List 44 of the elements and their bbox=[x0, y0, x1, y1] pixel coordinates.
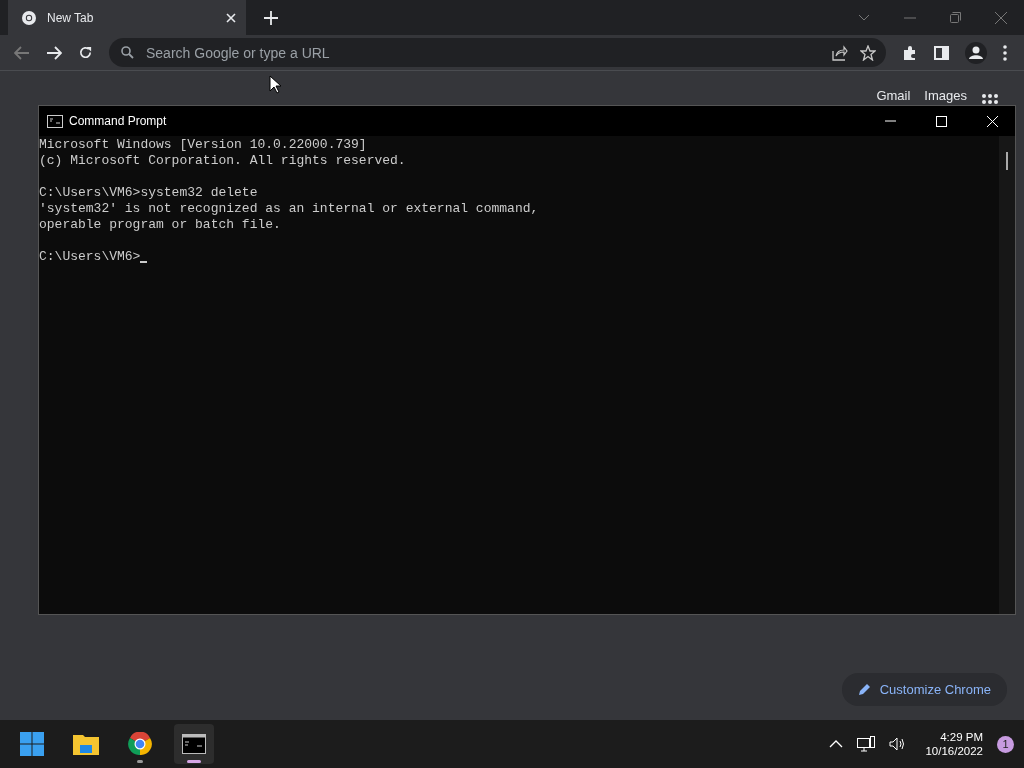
chevron-down-icon[interactable] bbox=[858, 13, 870, 22]
apps-grid-icon[interactable] bbox=[981, 93, 999, 104]
puzzle-icon[interactable] bbox=[902, 44, 918, 61]
customize-chrome-button[interactable]: Customize Chrome bbox=[841, 673, 1007, 706]
console-line: 'system32' is not recognized as an internal or external command, bbox=[39, 201, 539, 217]
chevron-up-icon[interactable] bbox=[829, 740, 844, 748]
console-line: C:\Users\VM6> bbox=[39, 249, 141, 265]
console-icon bbox=[47, 114, 63, 128]
notification-badge[interactable]: 1 bbox=[997, 735, 1014, 753]
header-link[interactable]: Images bbox=[924, 88, 967, 103]
address-bar[interactable]: Search Google or type a URL bbox=[109, 38, 886, 67]
clock[interactable]: 4:29 PM 10/16/2022 bbox=[925, 731, 983, 757]
address-input[interactable]: Search Google or type a URL bbox=[146, 44, 446, 61]
profile-icon[interactable] bbox=[965, 41, 987, 64]
browser-tab[interactable]: New Tab bbox=[8, 0, 246, 35]
maximize-icon[interactable] bbox=[936, 115, 947, 127]
window-title: Command Prompt bbox=[69, 114, 167, 128]
menu-icon[interactable] bbox=[1003, 44, 1007, 61]
side-panel-icon[interactable] bbox=[934, 45, 949, 60]
console-line: (c) Microsoft Corporation. All rights reserved. bbox=[39, 153, 406, 169]
restore-icon[interactable] bbox=[950, 12, 961, 23]
taskbar-app[interactable] bbox=[174, 724, 214, 764]
chrome-logo-icon bbox=[21, 9, 37, 26]
scrollbar-thumb[interactable] bbox=[1006, 152, 1008, 170]
forward-icon[interactable] bbox=[46, 45, 62, 60]
reload-icon[interactable] bbox=[78, 45, 93, 60]
chrome-logo-icon bbox=[128, 732, 152, 756]
new-tab-icon[interactable] bbox=[264, 10, 278, 25]
mouse-cursor-icon bbox=[269, 75, 281, 94]
console-line: Microsoft Windows [Version 10.0.22000.739] bbox=[39, 137, 367, 153]
network-icon[interactable] bbox=[857, 736, 876, 752]
console-line: C:\Users\VM6>system32 delete bbox=[39, 185, 258, 201]
pencil-icon bbox=[857, 683, 871, 696]
share-icon[interactable] bbox=[832, 44, 848, 61]
console-line: operable program or batch file. bbox=[39, 217, 281, 233]
star-icon[interactable] bbox=[860, 44, 876, 61]
search-icon bbox=[121, 46, 134, 59]
folder-icon bbox=[73, 733, 99, 755]
header-link[interactable]: Gmail bbox=[876, 88, 911, 103]
windows-logo-icon bbox=[20, 732, 44, 756]
text-cursor bbox=[140, 261, 148, 263]
back-icon[interactable] bbox=[14, 45, 30, 60]
console-icon bbox=[182, 734, 206, 754]
close-tab-icon[interactable] bbox=[226, 12, 236, 23]
